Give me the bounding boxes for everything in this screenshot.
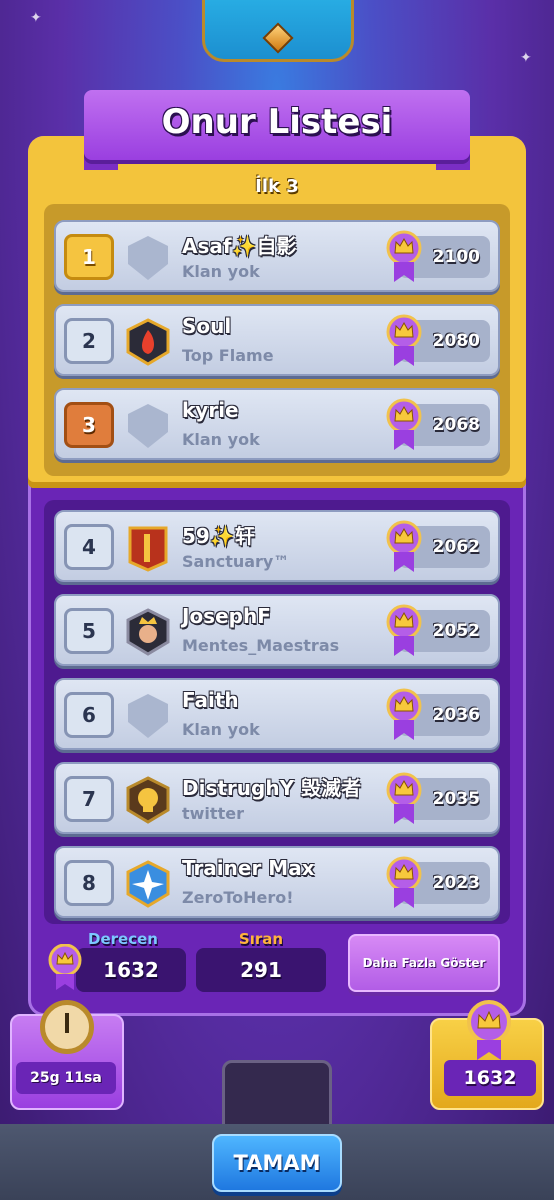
section-label-top3: İlk 3: [255, 176, 299, 197]
clan-name: twitter: [182, 804, 244, 823]
crown-medal-icon: [386, 398, 422, 452]
ok-button[interactable]: TAMAM: [212, 1134, 342, 1192]
crown-medal-icon: [386, 520, 422, 574]
empty-shield-icon: [126, 402, 170, 450]
sparkle-icon: ✦: [520, 50, 532, 66]
crown-medal-icon: [386, 688, 422, 742]
crown-medal-icon: [467, 1000, 511, 1060]
leaderboard-row[interactable]: 2 Soul Top Flame 2080: [54, 304, 500, 376]
bamboo-badge-icon: [126, 524, 170, 572]
player-name: JosephF: [182, 604, 271, 628]
leaderboard-row[interactable]: 3 kyrie Klan yok 2068: [54, 388, 500, 460]
rating-label: Derecen: [88, 930, 158, 948]
leaderboard-row[interactable]: 4 59✨轩 Sanctuary™ 2062: [54, 510, 500, 582]
leaderboard-row[interactable]: 5 JosephF Mentes_Maestras 2052: [54, 594, 500, 666]
page-title: Onur Listesi: [161, 102, 393, 142]
leaderboard-row[interactable]: 8 Trainer Max ZeroToHero! 2023: [54, 846, 500, 918]
leaderboard-row[interactable]: 6 Faith Klan yok 2036: [54, 678, 500, 750]
crown-medal-icon: [386, 772, 422, 826]
rank-number: 5: [64, 608, 114, 654]
player-name: DistrughY 毁滅者: [182, 776, 362, 800]
leaderboard-row[interactable]: 7 DistrughY 毁滅者 twitter 2035: [54, 762, 500, 834]
rank-number: 3: [64, 402, 114, 448]
clock-icon: [40, 1000, 94, 1054]
clan-name: Top Flame: [182, 346, 274, 365]
rank-number: 6: [64, 692, 114, 738]
crown-ornament: [202, 0, 354, 62]
rank-number: 7: [64, 776, 114, 822]
gem-icon: [262, 22, 294, 54]
season-timer: 25g 11sa: [16, 1062, 116, 1094]
star-badge-icon: [126, 860, 170, 908]
league-shield-icon: [222, 1060, 332, 1130]
rating-value: 1632: [76, 948, 186, 992]
clan-name: Klan yok: [182, 720, 260, 739]
player-name: Faith: [182, 688, 239, 712]
rank-number: 4: [64, 524, 114, 570]
empty-shield-icon: [126, 692, 170, 740]
position-value: 291: [196, 948, 326, 992]
sparkle-icon: ✦: [30, 10, 42, 26]
player-name: Trainer Max: [182, 856, 315, 880]
leaderboard-row[interactable]: 1 Asaf✨自影 Klan yok 2100: [54, 220, 500, 292]
skull-badge-icon: [126, 776, 170, 824]
player-name: Asaf✨自影: [182, 234, 297, 258]
clan-name: ZeroToHero!: [182, 888, 294, 907]
crown-medal-icon: [386, 230, 422, 284]
rank-number: 8: [64, 860, 114, 906]
player-name: 59✨轩: [182, 524, 255, 548]
clan-name: Sanctuary™: [182, 552, 290, 571]
crown-medal-icon: [386, 856, 422, 910]
crown-medal-icon: [386, 314, 422, 368]
empty-shield-icon: [126, 234, 170, 282]
show-more-button[interactable]: Daha Fazla Göster: [348, 934, 500, 992]
rank-number: 2: [64, 318, 114, 364]
crown-medal-icon: [386, 604, 422, 658]
clan-name: Klan yok: [182, 262, 260, 281]
king-badge-icon: [126, 608, 170, 656]
rank-number: 1: [64, 234, 114, 280]
clan-name: Mentes_Maestras: [182, 636, 340, 655]
crown-medal-icon: [48, 944, 82, 990]
position-label: Sıran: [238, 930, 284, 948]
rating-card-value: 1632: [444, 1060, 536, 1096]
clan-name: Klan yok: [182, 430, 260, 449]
player-name: Soul: [182, 314, 232, 338]
player-name: kyrie: [182, 398, 239, 422]
flame-badge-icon: [126, 318, 170, 366]
